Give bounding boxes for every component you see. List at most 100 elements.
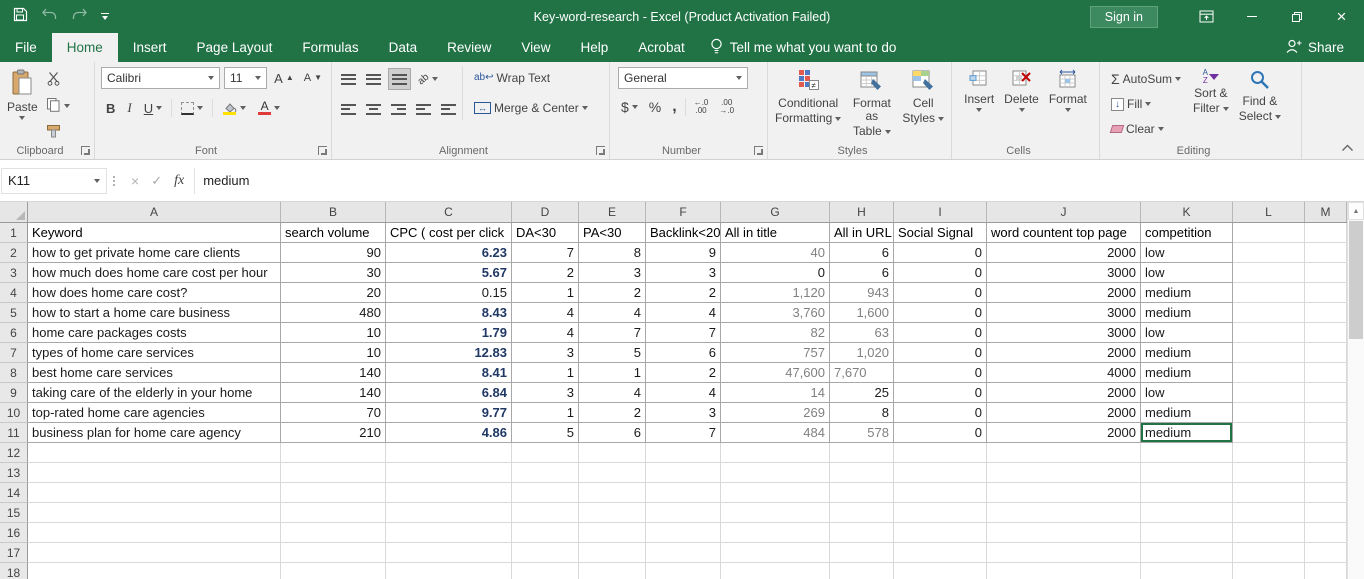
cell-A15[interactable] <box>28 503 281 523</box>
cell-E4[interactable]: 2 <box>579 283 646 303</box>
cell-E9[interactable]: 4 <box>579 383 646 403</box>
tab-insert[interactable]: Insert <box>118 33 182 62</box>
orientation-button[interactable]: ab <box>415 68 441 90</box>
decrease-decimal-button[interactable]: .00→.0 <box>716 96 737 118</box>
row-header-5[interactable]: 5 <box>0 303 28 323</box>
cell-L2[interactable] <box>1233 243 1305 263</box>
cell-A5[interactable]: how to start a home care business <box>28 303 281 323</box>
cell-L6[interactable] <box>1233 323 1305 343</box>
cell-M3[interactable] <box>1305 263 1347 283</box>
row-header-6[interactable]: 6 <box>0 323 28 343</box>
cell-D3[interactable]: 2 <box>512 263 579 283</box>
cell-G4[interactable]: 1,120 <box>721 283 830 303</box>
cell-I10[interactable]: 0 <box>894 403 987 423</box>
cell-A3[interactable]: how much does home care cost per hour <box>28 263 281 283</box>
insert-cells-button[interactable]: Insert <box>959 66 999 143</box>
cell-L18[interactable] <box>1233 563 1305 579</box>
cell-G7[interactable]: 757 <box>721 343 830 363</box>
select-all-corner[interactable] <box>0 202 28 222</box>
tab-page-layout[interactable]: Page Layout <box>182 33 288 62</box>
cell-E13[interactable] <box>579 463 646 483</box>
row-header-18[interactable]: 18 <box>0 563 28 579</box>
row-header-14[interactable]: 14 <box>0 483 28 503</box>
cell-C7[interactable]: 12.83 <box>386 343 512 363</box>
cell-K4[interactable]: medium <box>1141 283 1233 303</box>
cell-D10[interactable]: 1 <box>512 403 579 423</box>
cell-E1[interactable]: PA<30 <box>579 223 646 243</box>
cell-F4[interactable]: 2 <box>646 283 721 303</box>
cell-F10[interactable]: 3 <box>646 403 721 423</box>
cell-I16[interactable] <box>894 523 987 543</box>
cell-J11[interactable]: 2000 <box>987 423 1141 443</box>
cell-A18[interactable] <box>28 563 281 579</box>
underline-button[interactable]: U <box>141 97 165 119</box>
cell-F1[interactable]: Backlink<20 <box>646 223 721 243</box>
cell-C9[interactable]: 6.84 <box>386 383 512 403</box>
cell-K15[interactable] <box>1141 503 1233 523</box>
cell-C6[interactable]: 1.79 <box>386 323 512 343</box>
cell-A8[interactable]: best home care services <box>28 363 281 383</box>
cell-G6[interactable]: 82 <box>721 323 830 343</box>
cell-C16[interactable] <box>386 523 512 543</box>
cell-G17[interactable] <box>721 543 830 563</box>
cell-C13[interactable] <box>386 463 512 483</box>
align-left-button[interactable] <box>338 98 359 120</box>
restore-button[interactable] <box>1274 0 1319 33</box>
cell-M12[interactable] <box>1305 443 1347 463</box>
cell-J12[interactable] <box>987 443 1141 463</box>
cell-D12[interactable] <box>512 443 579 463</box>
cell-M13[interactable] <box>1305 463 1347 483</box>
cell-F11[interactable]: 7 <box>646 423 721 443</box>
cell-D16[interactable] <box>512 523 579 543</box>
cell-M7[interactable] <box>1305 343 1347 363</box>
cell-E2[interactable]: 8 <box>579 243 646 263</box>
borders-button[interactable] <box>178 97 206 119</box>
save-icon[interactable] <box>13 7 28 27</box>
cell-K17[interactable] <box>1141 543 1233 563</box>
cell-A12[interactable] <box>28 443 281 463</box>
column-header-F[interactable]: F <box>646 202 721 222</box>
cell-G16[interactable] <box>721 523 830 543</box>
clear-button[interactable]: Clear <box>1108 118 1184 140</box>
bottom-align-button[interactable] <box>388 68 411 90</box>
row-header-13[interactable]: 13 <box>0 463 28 483</box>
cell-A13[interactable] <box>28 463 281 483</box>
fill-button[interactable]: ↓Fill <box>1108 93 1184 115</box>
cell-C14[interactable] <box>386 483 512 503</box>
cell-G11[interactable]: 484 <box>721 423 830 443</box>
cell-G18[interactable] <box>721 563 830 579</box>
name-box[interactable]: K11 <box>1 168 107 194</box>
cell-M15[interactable] <box>1305 503 1347 523</box>
cell-B5[interactable]: 480 <box>281 303 386 323</box>
cell-H6[interactable]: 63 <box>830 323 894 343</box>
column-header-J[interactable]: J <box>987 202 1141 222</box>
cell-G14[interactable] <box>721 483 830 503</box>
bold-button[interactable]: B <box>103 97 118 119</box>
cell-L16[interactable] <box>1233 523 1305 543</box>
cell-G9[interactable]: 14 <box>721 383 830 403</box>
cell-J15[interactable] <box>987 503 1141 523</box>
number-dialog-launcher[interactable] <box>754 146 763 155</box>
scrollbar-thumb[interactable] <box>1349 221 1363 339</box>
cell-G1[interactable]: All in title <box>721 223 830 243</box>
cell-H18[interactable] <box>830 563 894 579</box>
cell-K10[interactable]: medium <box>1141 403 1233 423</box>
cell-M10[interactable] <box>1305 403 1347 423</box>
cell-A6[interactable]: home care packages costs <box>28 323 281 343</box>
customize-qat-icon[interactable] <box>101 13 109 20</box>
cell-E10[interactable]: 2 <box>579 403 646 423</box>
cell-H2[interactable]: 6 <box>830 243 894 263</box>
cell-B16[interactable] <box>281 523 386 543</box>
tab-file[interactable]: File <box>0 33 52 62</box>
row-header-1[interactable]: 1 <box>0 223 28 243</box>
cell-H8[interactable]: 7,670 <box>830 363 894 383</box>
italic-button[interactable]: I <box>124 97 134 119</box>
cell-C4[interactable]: 0.15 <box>386 283 512 303</box>
cell-A11[interactable]: business plan for home care agency <box>28 423 281 443</box>
cell-B4[interactable]: 20 <box>281 283 386 303</box>
cell-B1[interactable]: search volume <box>281 223 386 243</box>
increase-indent-button[interactable] <box>438 98 459 120</box>
cell-I5[interactable]: 0 <box>894 303 987 323</box>
collapse-ribbon-icon[interactable] <box>1341 141 1354 155</box>
cell-B14[interactable] <box>281 483 386 503</box>
